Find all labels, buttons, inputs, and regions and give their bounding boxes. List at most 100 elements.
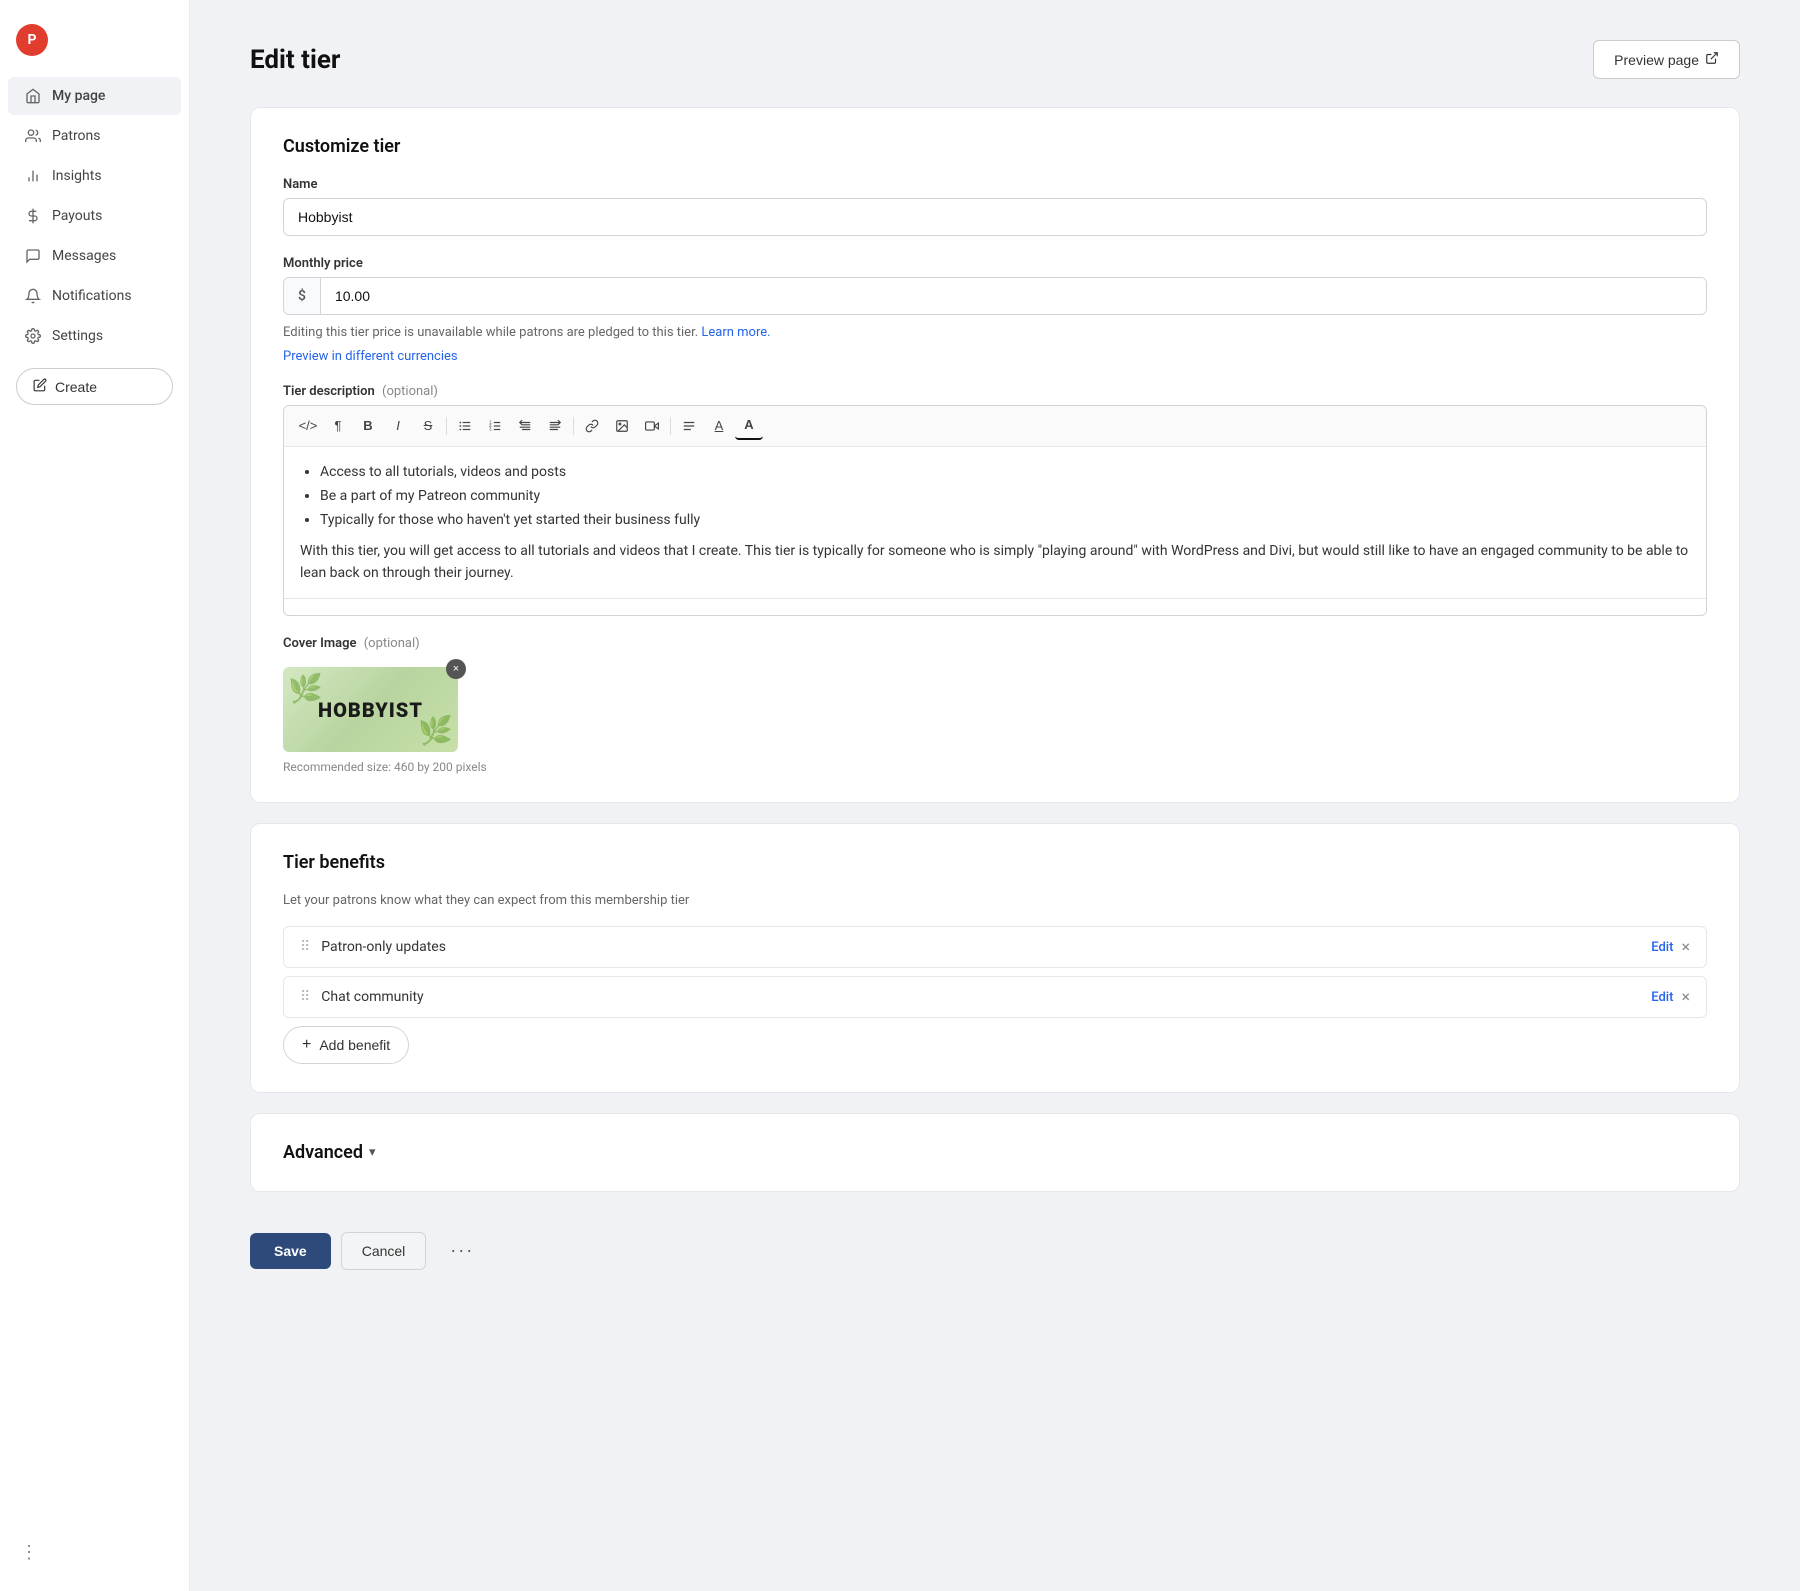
sidebar-item-label: Messages bbox=[52, 248, 116, 264]
sidebar-nav: My page Patrons Insights bbox=[0, 76, 189, 1530]
toolbar-image-button[interactable] bbox=[608, 412, 636, 440]
logo-icon: P bbox=[16, 24, 48, 56]
currency-symbol: $ bbox=[284, 278, 321, 314]
toolbar-bullet-list-button[interactable] bbox=[451, 412, 479, 440]
toolbar-italic-button[interactable]: I bbox=[384, 412, 412, 440]
more-options-button[interactable]: ··· bbox=[436, 1230, 488, 1271]
description-body-text: With this tier, you will get access to a… bbox=[300, 540, 1690, 585]
toolbar-paragraph-button[interactable]: ¶ bbox=[324, 412, 352, 440]
sidebar-item-label: Insights bbox=[52, 168, 102, 184]
leaf-decoration-bottom-right: 🌿 bbox=[418, 714, 453, 747]
benefit-actions-1: Edit × bbox=[1651, 939, 1690, 955]
message-icon bbox=[24, 247, 42, 265]
cover-image-text: HOBBYIST bbox=[318, 698, 423, 722]
benefit-label-1: Patron-only updates bbox=[321, 939, 1651, 955]
add-benefit-label: Add benefit bbox=[319, 1037, 390, 1053]
name-label: Name bbox=[283, 177, 1707, 192]
main-content: Edit tier Preview page Customize tier Na… bbox=[190, 0, 1800, 1591]
preview-currencies-link[interactable]: Preview in different currencies bbox=[283, 349, 1707, 364]
pencil-icon bbox=[33, 378, 47, 395]
toolbar-divider-1 bbox=[446, 417, 447, 435]
sidebar-item-label: My page bbox=[52, 88, 105, 104]
sidebar-item-insights[interactable]: Insights bbox=[8, 157, 181, 195]
sidebar-item-label: Settings bbox=[52, 328, 103, 344]
sidebar-item-messages[interactable]: Messages bbox=[8, 237, 181, 275]
drag-handle-icon[interactable]: ⠿ bbox=[300, 939, 309, 955]
cover-image-field-group: Cover Image (optional) 🌿 HOBBYIST 🌿 × Re… bbox=[283, 636, 1707, 774]
benefit-item-1: ⠿ Patron-only updates Edit × bbox=[283, 926, 1707, 968]
logo[interactable]: P bbox=[0, 16, 189, 76]
toolbar-ordered-list-button[interactable]: 1.2.3. bbox=[481, 412, 509, 440]
bottom-action-bar: Save Cancel ··· bbox=[250, 1212, 1740, 1271]
name-field-group: Name bbox=[283, 177, 1707, 236]
advanced-card: Advanced ▾ bbox=[250, 1113, 1740, 1192]
dollar-icon bbox=[24, 207, 42, 225]
toolbar-strikethrough-button[interactable]: S bbox=[414, 412, 442, 440]
description-bullet-1: Access to all tutorials, videos and post… bbox=[320, 461, 1690, 483]
cancel-button[interactable]: Cancel bbox=[341, 1232, 427, 1270]
editor-content-area[interactable]: Access to all tutorials, videos and post… bbox=[284, 447, 1706, 599]
benefits-section-subtitle: Let your patrons know what they can expe… bbox=[283, 893, 1707, 908]
sidebar-item-notifications[interactable]: Notifications bbox=[8, 277, 181, 315]
gear-icon bbox=[24, 327, 42, 345]
bar-chart-icon bbox=[24, 167, 42, 185]
benefit-item-2: ⠿ Chat community Edit × bbox=[283, 976, 1707, 1018]
benefit-remove-button-1[interactable]: × bbox=[1681, 939, 1690, 955]
toolbar-bold-button[interactable]: B bbox=[354, 412, 382, 440]
add-benefit-button[interactable]: + Add benefit bbox=[283, 1026, 409, 1064]
toolbar-text-color-button[interactable]: A bbox=[735, 412, 763, 440]
sidebar-item-my-page[interactable]: My page bbox=[8, 77, 181, 115]
description-label: Tier description (optional) bbox=[283, 384, 1707, 399]
description-bullet-2: Be a part of my Patreon community bbox=[320, 485, 1690, 507]
advanced-section-title: Advanced bbox=[283, 1142, 363, 1163]
price-field-group: Monthly price $ Editing this tier price … bbox=[283, 256, 1707, 364]
create-button[interactable]: Create bbox=[16, 368, 173, 405]
toolbar-align-button[interactable] bbox=[675, 412, 703, 440]
svg-text:3.: 3. bbox=[489, 426, 492, 431]
sidebar: P My page Patrons bbox=[0, 0, 190, 1591]
toolbar-divider-3 bbox=[670, 417, 671, 435]
price-field: $ bbox=[283, 277, 1707, 315]
toolbar-code-button[interactable]: </> bbox=[294, 412, 322, 440]
preview-label: Preview page bbox=[1614, 52, 1699, 68]
price-input[interactable] bbox=[321, 278, 1706, 314]
name-input[interactable] bbox=[283, 198, 1707, 236]
cover-image-wrapper: 🌿 HOBBYIST 🌿 × bbox=[283, 667, 458, 752]
price-label: Monthly price bbox=[283, 256, 1707, 271]
benefit-edit-button-1[interactable]: Edit bbox=[1651, 940, 1673, 955]
advanced-toggle[interactable]: Advanced ▾ bbox=[283, 1142, 1707, 1163]
toolbar-indent-button[interactable] bbox=[541, 412, 569, 440]
sidebar-item-settings[interactable]: Settings bbox=[8, 317, 181, 355]
page-header: Edit tier Preview page bbox=[250, 40, 1740, 79]
toolbar-outdent-button[interactable] bbox=[511, 412, 539, 440]
learn-more-link[interactable]: Learn more. bbox=[701, 325, 770, 340]
bell-icon bbox=[24, 287, 42, 305]
toolbar-video-button[interactable] bbox=[638, 412, 666, 440]
save-button[interactable]: Save bbox=[250, 1233, 331, 1269]
customize-section-title: Customize tier bbox=[283, 136, 1707, 157]
create-label: Create bbox=[55, 379, 97, 395]
external-link-icon bbox=[1705, 51, 1719, 68]
description-field-group: Tier description (optional) </> ¶ B I S … bbox=[283, 384, 1707, 617]
sidebar-item-label: Notifications bbox=[52, 288, 132, 304]
page-title: Edit tier bbox=[250, 45, 340, 75]
sidebar-more-options[interactable]: ⋮ bbox=[0, 1530, 189, 1575]
cover-image-remove-button[interactable]: × bbox=[446, 659, 466, 679]
benefits-section-title: Tier benefits bbox=[283, 852, 1707, 873]
sidebar-item-label: Patrons bbox=[52, 128, 101, 144]
tier-benefits-card: Tier benefits Let your patrons know what… bbox=[250, 823, 1740, 1093]
toolbar-link-button[interactable] bbox=[578, 412, 606, 440]
benefit-remove-button-2[interactable]: × bbox=[1681, 989, 1690, 1005]
drag-handle-icon[interactable]: ⠿ bbox=[300, 989, 309, 1005]
benefit-edit-button-2[interactable]: Edit bbox=[1651, 990, 1673, 1005]
chevron-down-icon: ▾ bbox=[369, 1145, 376, 1160]
benefit-label-2: Chat community bbox=[321, 989, 1651, 1005]
cover-image-preview: 🌿 HOBBYIST 🌿 bbox=[283, 667, 458, 752]
sidebar-item-payouts[interactable]: Payouts bbox=[8, 197, 181, 235]
toolbar-underline-button[interactable]: A bbox=[705, 412, 733, 440]
customize-tier-card: Customize tier Name Monthly price $ Edit… bbox=[250, 107, 1740, 803]
users-icon bbox=[24, 127, 42, 145]
sidebar-item-patrons[interactable]: Patrons bbox=[8, 117, 181, 155]
description-editor[interactable]: </> ¶ B I S 1.2.3. bbox=[283, 405, 1707, 617]
preview-page-button[interactable]: Preview page bbox=[1593, 40, 1740, 79]
